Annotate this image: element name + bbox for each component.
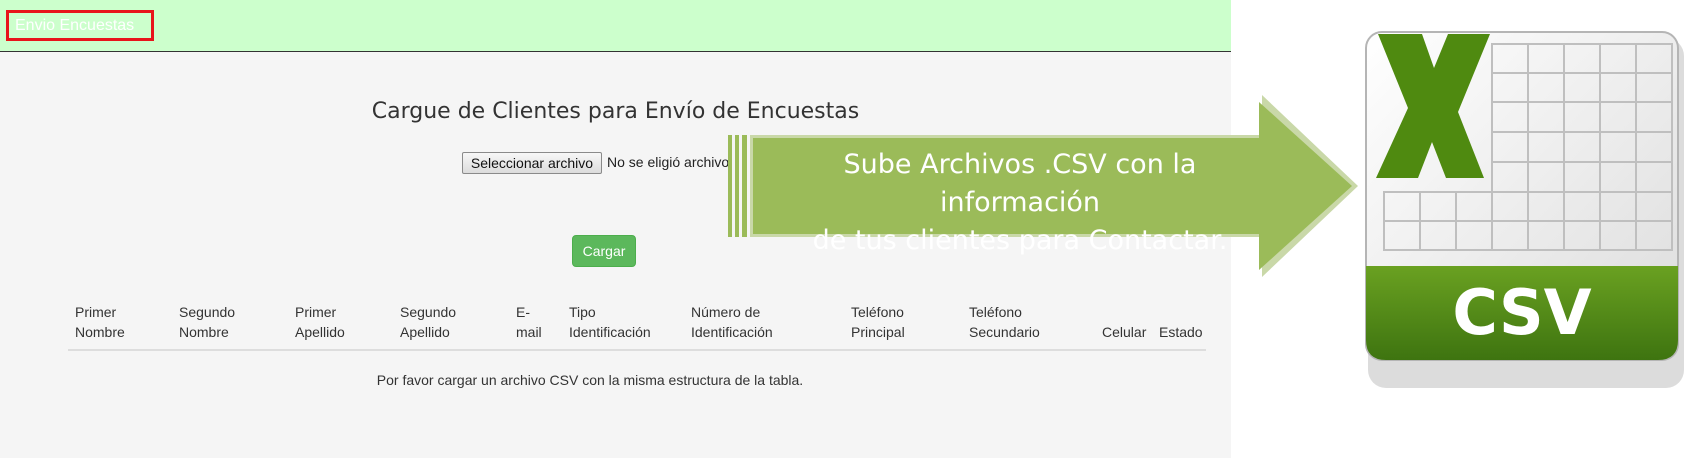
col-telefono-principal: Teléfono Principal: [851, 304, 905, 340]
choose-file-button[interactable]: Seleccionar archivo: [462, 152, 602, 174]
upload-button[interactable]: Cargar: [572, 235, 636, 267]
table-header-divider: [68, 349, 1206, 351]
col-celular: Celular: [1102, 324, 1147, 340]
col-telefono-secundario: Teléfono Secundario: [969, 304, 1040, 340]
col-numero-identificacion: Número de Identificación: [691, 304, 773, 340]
col-segundo-nombre: Segundo Nombre: [179, 304, 236, 340]
col-primer-nombre: Primer Nombre: [75, 304, 125, 340]
col-tipo-identificacion: Tipo Identificación: [569, 304, 651, 340]
col-email: E-mail: [516, 304, 542, 340]
table-empty-message: Por favor cargar un archivo CSV con la m…: [376, 372, 804, 388]
callout-text: Sube Archivos .CSV con la información de…: [812, 149, 1228, 256]
brand-link[interactable]: Envio Encuestas: [6, 10, 154, 41]
csv-icon-label: CSV: [1452, 276, 1591, 349]
file-status-text: No se eligió archivo: [607, 154, 730, 170]
top-navbar: Envio Encuestas: [0, 0, 1231, 52]
col-primer-apellido: Primer Apellido: [295, 304, 345, 340]
csv-file-icon: CSV: [1365, 31, 1684, 388]
col-estado: Estado: [1159, 324, 1203, 340]
col-segundo-apellido: Segundo Apellido: [400, 304, 457, 340]
